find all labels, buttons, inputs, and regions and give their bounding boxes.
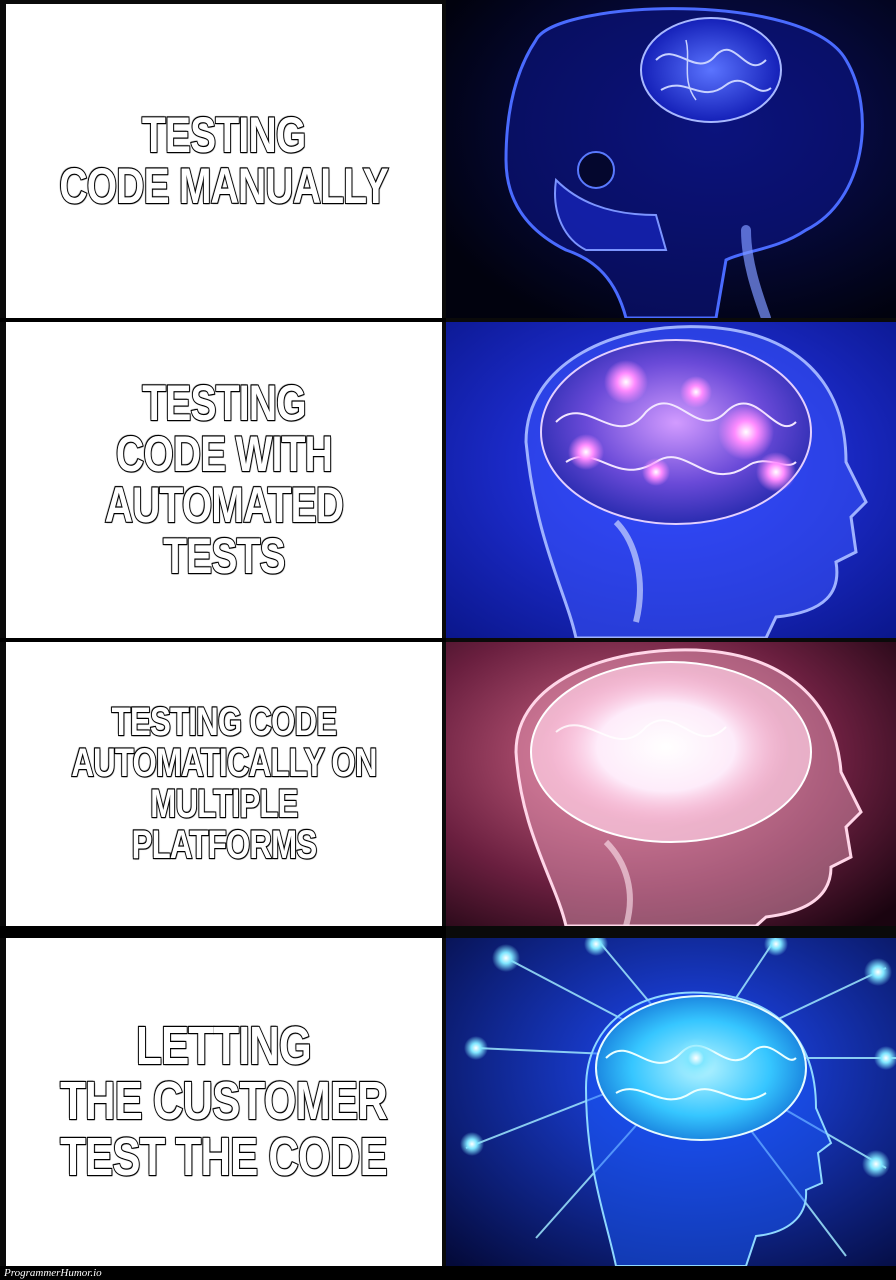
meme-row-4: LETTING THE CUSTOMER TEST THE CODE xyxy=(0,938,896,1266)
meme-row-3: TESTING CODE AUTOMATICALLY ON MULTIPLE P… xyxy=(0,642,896,926)
watermark-bar: ProgrammerHumor.io xyxy=(0,1266,896,1280)
shining-brain-icon xyxy=(446,642,896,926)
glowing-brain-icon xyxy=(446,322,896,638)
radiating-brain-icon xyxy=(446,938,896,1266)
caption-1-text: TESTING CODE MANUALLY xyxy=(59,107,390,214)
divider-3 xyxy=(0,926,446,938)
caption-2: TESTING CODE WITH AUTOMATED TESTS xyxy=(6,322,442,638)
caption-4: LETTING THE CUSTOMER TEST THE CODE xyxy=(6,938,442,1266)
skull-brain-icon xyxy=(446,0,896,318)
caption-3-text: TESTING CODE AUTOMATICALLY ON MULTIPLE P… xyxy=(70,700,378,867)
caption-2-text: TESTING CODE WITH AUTOMATED TESTS xyxy=(104,375,345,584)
caption-1: TESTING CODE MANUALLY xyxy=(6,4,442,318)
brain-panel-4 xyxy=(446,938,896,1266)
meme-row-1: TESTING CODE MANUALLY xyxy=(0,0,896,318)
brain-panel-1 xyxy=(446,0,896,318)
meme-row-2: TESTING CODE WITH AUTOMATED TESTS xyxy=(0,322,896,638)
brain-panel-2 xyxy=(446,322,896,638)
caption-4-text: LETTING THE CUSTOMER TEST THE CODE xyxy=(60,1016,389,1187)
watermark-text: ProgrammerHumor.io xyxy=(4,1267,102,1279)
meme-image: TESTING CODE MANUALLY TESTING CODE WITH … xyxy=(0,0,896,1266)
brain-panel-3 xyxy=(446,642,896,926)
caption-3: TESTING CODE AUTOMATICALLY ON MULTIPLE P… xyxy=(6,642,442,926)
